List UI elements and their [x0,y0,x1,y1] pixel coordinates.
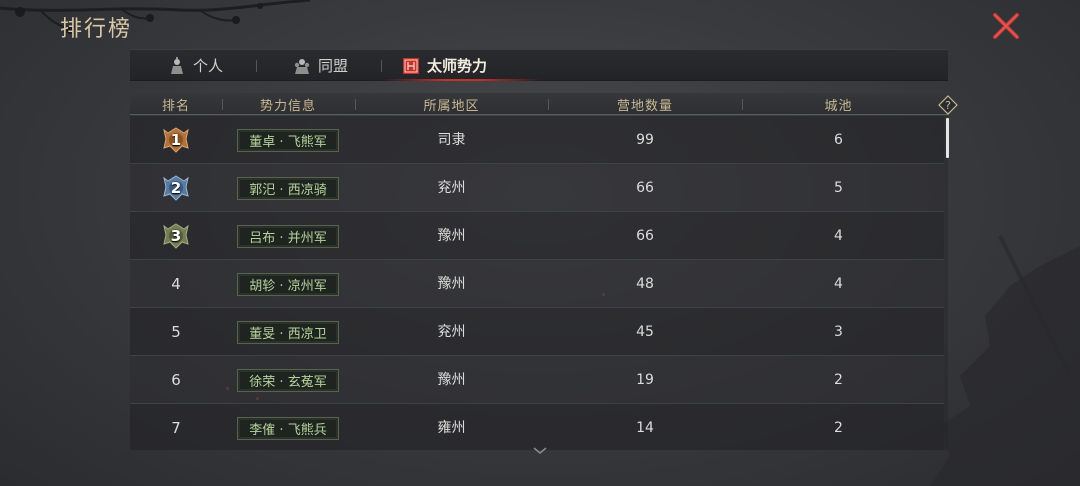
soldier-silhouette-decoration [930,235,1080,486]
header-force-info: 势力信息 [259,99,316,114]
rank-number: 1 [170,131,182,149]
silver-medal-icon: 2 [162,175,190,201]
tab-label: 个人 [193,57,224,75]
gold-medal-icon: 1 [162,127,190,153]
cities-cell: 5 [834,180,843,196]
region-cell: 兖州 [437,324,466,340]
region-cell: 雍州 [437,420,466,436]
force-name[interactable]: 郭汜 · 西凉骑 [237,177,339,200]
tab-bar: 个人 同盟 太师势力 [130,49,948,81]
force-name[interactable]: 徐荣 · 玄菟军 [237,369,339,392]
close-icon[interactable] [990,10,1022,42]
cities-cell: 6 [834,132,843,148]
tab-label: 太师势力 [427,57,488,75]
bronze-medal-icon: 3 [162,223,190,249]
tab-divider [256,60,257,72]
header-rank: 排名 [161,99,190,114]
alliance-icon [294,58,310,74]
force-name[interactable]: 李傕 · 飞熊兵 [237,417,339,440]
rank-cell: 2 [130,164,222,212]
active-tab-indicator [382,79,542,81]
rank-number: 6 [171,371,181,389]
tab-grand-tutor-forces[interactable]: 太师势力 [402,50,487,81]
tab-label: 同盟 [318,57,349,75]
force-name[interactable]: 董卓 · 飞熊军 [237,129,339,152]
scrollbar[interactable] [946,118,949,158]
header-cities: 城池 [824,99,853,114]
force-name[interactable]: 吕布 · 并州军 [237,225,339,248]
region-cell: 司隶 [437,132,466,148]
header-region: 所属地区 [423,99,480,114]
svg-text:?: ? [945,99,951,112]
banner-icon [403,57,419,74]
rank-number: 7 [171,419,181,437]
cities-cell: 2 [834,420,843,436]
table-row[interactable]: 7 李傕 · 飞熊兵 雍州 14 2 [130,404,944,450]
header-camp-count: 营地数量 [616,99,673,114]
camp-count-cell: 45 [636,324,654,340]
cities-cell: 4 [834,228,843,244]
region-cell: 豫州 [437,228,466,244]
soldier-icon [171,56,183,74]
chevron-down-icon [533,447,547,454]
table-header: 排名 势力信息 所属地区 营地数量 城池 [130,93,948,115]
table-row[interactable]: 2 郭汜 · 西凉骑 兖州 66 5 [130,164,944,212]
help-icon[interactable]: ? [938,95,958,115]
table-row[interactable]: 6 徐荣 · 玄菟军 豫州 19 2 [130,356,944,404]
rank-number: 3 [170,227,182,245]
camp-count-cell: 14 [636,420,654,436]
rank-number: 5 [171,323,181,341]
camp-count-cell: 66 [636,180,654,196]
camp-count-cell: 99 [636,132,654,148]
camp-count-cell: 19 [636,372,654,388]
table-row[interactable]: 5 董旻 · 西凉卫 兖州 45 3 [130,308,944,356]
rank-number: 4 [171,275,181,293]
camp-count-cell: 66 [636,228,654,244]
rank-cell: 1 [130,116,222,164]
table-row[interactable]: 3 吕布 · 并州军 豫州 66 4 [130,212,944,260]
tab-alliance[interactable]: 同盟 [293,50,348,81]
region-cell: 豫州 [437,276,466,292]
ranking-table[interactable]: 1 董卓 · 飞熊军 司隶 99 6 2 郭汜 · 西凉骑 兖州 66 5 3 … [130,116,948,450]
page-title: 排行榜 [60,17,133,42]
region-cell: 豫州 [437,372,466,388]
table-row[interactable]: 1 董卓 · 飞熊军 司隶 99 6 [130,116,944,164]
tab-divider [381,60,382,72]
camp-count-cell: 48 [636,276,654,292]
cities-cell: 2 [834,372,843,388]
rank-number: 2 [170,179,182,197]
force-name[interactable]: 董旻 · 西凉卫 [237,321,339,344]
rank-cell: 3 [130,212,222,260]
table-row[interactable]: 4 胡轸 · 凉州军 豫州 48 4 [130,260,944,308]
tab-personal[interactable]: 个人 [168,50,223,81]
cities-cell: 3 [834,324,843,340]
force-name[interactable]: 胡轸 · 凉州军 [237,273,339,296]
region-cell: 兖州 [437,180,466,196]
cities-cell: 4 [834,276,843,292]
